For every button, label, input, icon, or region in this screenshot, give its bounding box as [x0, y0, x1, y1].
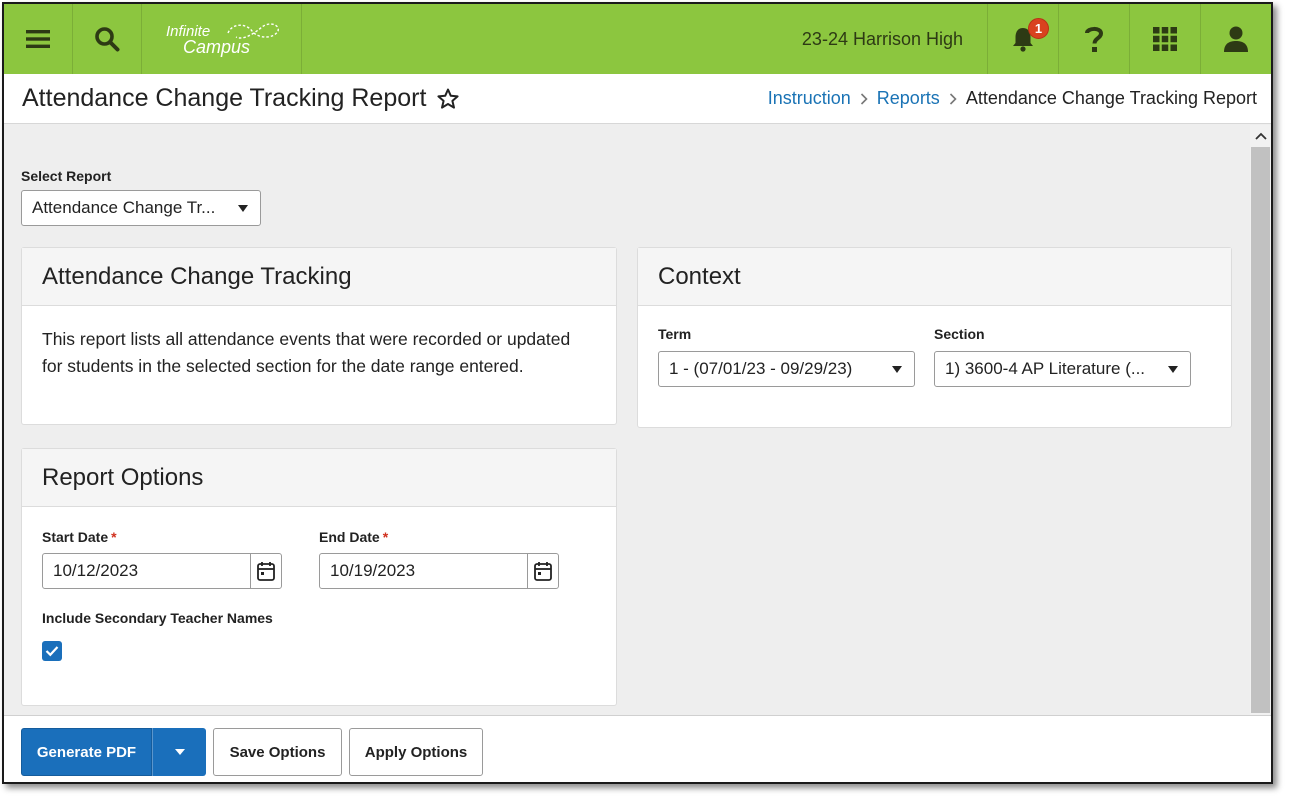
caret-down-icon: [1168, 366, 1178, 373]
help-icon: [1085, 26, 1104, 52]
save-options-button[interactable]: Save Options: [213, 728, 342, 776]
end-date-label-text: End Date: [319, 529, 380, 545]
section-label: Section: [934, 326, 985, 342]
term-dropdown[interactable]: 1 - (07/01/23 - 09/29/23): [658, 351, 915, 387]
term-value: 1 - (07/01/23 - 09/29/23): [669, 359, 853, 378]
scroll-up-arrow-icon[interactable]: [1254, 129, 1267, 142]
logo-icon: Infinite Campus: [166, 23, 279, 57]
required-mark: *: [382, 529, 389, 545]
apply-options-button[interactable]: Apply Options: [349, 728, 483, 776]
start-date-label-text: Start Date: [42, 529, 109, 545]
end-date-label: End Date *: [319, 529, 388, 545]
start-date-field[interactable]: 10/12/2023: [42, 553, 282, 589]
required-mark: *: [111, 529, 117, 545]
breadcrumb-current: Attendance Change Tracking Report: [965, 88, 1257, 108]
app-window: Infinite Campus 23-24 Harrison High 1 At…: [2, 2, 1273, 784]
section-dropdown[interactable]: 1) 3600-4 AP Literature (...: [934, 351, 1191, 387]
search-button[interactable]: [73, 4, 142, 74]
report-options-title: Report Options: [22, 449, 616, 507]
context-card: Context Term 1 - (07/01/23 - 09/29/23) S…: [637, 247, 1232, 428]
select-report-label: Select Report: [21, 168, 112, 184]
action-bar: Generate PDF Save Options Apply Options: [4, 715, 1271, 782]
select-report-dropdown[interactable]: Attendance Change Tr...: [21, 190, 261, 226]
calendar-button[interactable]: [250, 554, 281, 588]
user-button[interactable]: [1200, 4, 1271, 74]
svg-text:Campus: Campus: [183, 37, 250, 57]
scrollbar-thumb[interactable]: [1251, 147, 1270, 713]
caret-down-icon: [174, 749, 185, 755]
end-date-field[interactable]: 10/19/2023: [319, 553, 559, 589]
breadcrumb-instruction[interactable]: Instruction: [768, 88, 851, 109]
generate-pdf-button[interactable]: Generate PDF: [21, 728, 152, 776]
notification-badge: 1: [1028, 18, 1049, 39]
menu-button[interactable]: [4, 4, 73, 74]
chevron-right-icon: [949, 92, 957, 105]
main-content: Select Report Attendance Change Tr... At…: [4, 125, 1254, 715]
apps-grid-icon: [1153, 27, 1177, 51]
caret-down-icon: [892, 366, 902, 373]
secondary-teacher-checkbox[interactable]: [42, 641, 62, 661]
search-icon: [95, 27, 120, 52]
user-icon: [1224, 26, 1248, 52]
end-date-value[interactable]: 10/19/2023: [320, 561, 527, 581]
favorite-button[interactable]: [436, 87, 460, 111]
calendar-button[interactable]: [527, 554, 558, 588]
report-options-card: Report Options Start Date * 10/12/2023 En…: [21, 448, 617, 706]
apps-button[interactable]: [1129, 4, 1200, 74]
school-name[interactable]: 23-24 Harrison High: [802, 4, 987, 74]
infinite-campus-logo[interactable]: Infinite Campus: [142, 4, 302, 74]
breadcrumb-reports[interactable]: Reports: [877, 88, 940, 109]
help-button[interactable]: [1058, 4, 1129, 74]
start-date-value[interactable]: 10/12/2023: [43, 561, 250, 581]
vertical-scrollbar[interactable]: [1250, 125, 1271, 715]
star-icon: [437, 88, 460, 109]
info-card-title: Attendance Change Tracking: [22, 248, 616, 306]
calendar-icon: [534, 562, 552, 581]
caret-down-icon: [238, 205, 248, 212]
info-card-description: This report lists all attendance events …: [42, 329, 571, 376]
section-value: 1) 3600-4 AP Literature (...: [945, 359, 1146, 378]
notifications-button[interactable]: 1: [987, 4, 1058, 74]
menu-icon: [26, 30, 50, 48]
context-card-title: Context: [638, 248, 1231, 306]
checkmark-icon: [45, 646, 59, 657]
info-card: Attendance Change Tracking This report l…: [21, 247, 617, 425]
start-date-label: Start Date *: [42, 529, 117, 545]
calendar-icon: [257, 562, 275, 581]
page-header: Attendance Change Tracking Report Instru…: [4, 74, 1271, 124]
secondary-teacher-label: Include Secondary Teacher Names: [42, 610, 273, 626]
select-report-value: Attendance Change Tr...: [32, 198, 216, 217]
top-nav-bar: Infinite Campus 23-24 Harrison High 1: [4, 4, 1271, 74]
generate-options-dropdown[interactable]: [152, 728, 206, 776]
chevron-right-icon: [860, 92, 868, 105]
term-label: Term: [658, 326, 692, 342]
breadcrumb: Instruction Reports Attendance Change Tr…: [768, 88, 1257, 109]
page-title: Attendance Change Tracking Report: [22, 84, 427, 112]
